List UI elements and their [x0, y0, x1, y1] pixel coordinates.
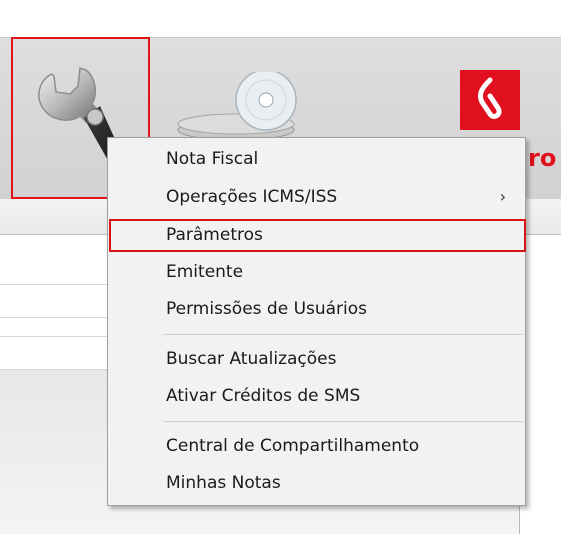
form-field-row[interactable] [0, 284, 108, 318]
menu-item-ativar-creditos-sms[interactable]: Ativar Créditos de SMS [109, 378, 524, 414]
menu-item-label: Operações ICMS/ISS [166, 187, 338, 207]
menu-separator [163, 334, 523, 335]
menu-item-buscar-atualizacoes[interactable]: Buscar Atualizações [109, 341, 524, 377]
menu-item-minhas-notas[interactable]: Minhas Notas [109, 465, 524, 501]
menu-item-label: Permissões de Usuários [166, 299, 368, 319]
menu-item-central-compartilhamento[interactable]: Central de Compartilhamento [109, 428, 524, 464]
backup-button[interactable] [172, 69, 312, 142]
brand-name-text: ro [528, 144, 557, 172]
menu-item-emitente[interactable]: Emitente [109, 254, 524, 290]
menu-separator [163, 421, 523, 422]
disc-icon [177, 69, 297, 141]
menu-item-permissoes-usuarios[interactable]: Permissões de Usuários [109, 291, 524, 327]
menu-item-label: Minhas Notas [166, 473, 281, 493]
brand-logo-icon[interactable] [460, 70, 520, 130]
menu-item-label: Emitente [166, 262, 244, 282]
menu-item-nota-fiscal[interactable]: Nota Fiscal [109, 141, 524, 177]
tools-dropdown-menu: Nota Fiscal Operações ICMS/ISS › Parâmet… [107, 137, 526, 506]
menu-item-label: Nota Fiscal [166, 149, 259, 169]
menu-item-label: Buscar Atualizações [166, 349, 337, 369]
form-field-row[interactable] [0, 336, 108, 370]
menu-item-operacoes-icms-iss[interactable]: Operações ICMS/ISS › [109, 179, 524, 215]
chevron-right-icon: › [499, 187, 506, 206]
menu-item-label: Central de Compartilhamento [166, 436, 420, 456]
menu-item-label: Ativar Créditos de SMS [166, 386, 361, 406]
parametros-highlight [109, 219, 526, 252]
